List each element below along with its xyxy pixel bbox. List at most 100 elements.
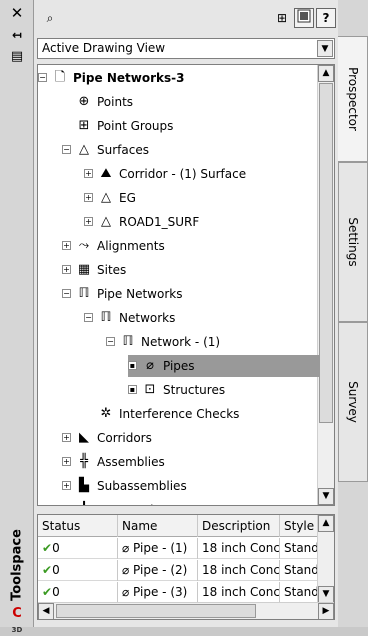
tree-scrollbar[interactable]: ▲ ▼	[317, 65, 334, 505]
column-status[interactable]: Status	[38, 515, 118, 537]
tree-item[interactable]: + ⤳ Alignments	[62, 235, 302, 257]
tree-item-label: Networks	[119, 311, 176, 325]
pipe-icon: ⌀	[122, 563, 134, 577]
item-grid: Status Name Description Style ✔0 ⌀ Pipe -…	[37, 514, 335, 620]
tree-item[interactable]: ▪ ⌀ Pipes	[128, 355, 319, 377]
tree-item-label: Network - (1)	[141, 335, 221, 349]
tree-item-label: Surfaces	[97, 143, 149, 157]
tree-item-label: Structures	[163, 383, 226, 397]
expand-icon[interactable]: +	[62, 433, 71, 442]
tree-item[interactable]: − △ Surfaces	[62, 139, 302, 161]
surface-icon: △	[101, 214, 111, 229]
item-view-toggle-icon[interactable]	[294, 8, 314, 28]
scroll-down-icon[interactable]: ▼	[318, 488, 334, 505]
tree-item-label: Pipe Networks	[97, 287, 183, 301]
check-icon: ✔	[42, 563, 53, 577]
tree-item[interactable]: + ▦ Sites	[62, 259, 302, 281]
tree-item[interactable]: ⊞ Point Groups	[62, 115, 302, 137]
tree-item[interactable]: + ▙ Subassemblies	[62, 475, 302, 497]
chevron-down-icon[interactable]: ▼	[317, 40, 333, 57]
tree-item[interactable]: + ⛰ Corridor - (1) Surface	[84, 163, 324, 185]
toolbar: ⌕ ⊞ ?	[34, 0, 338, 36]
collapse-icon[interactable]: −	[62, 289, 71, 298]
point-groups-icon: ⊞	[78, 118, 90, 133]
tree-item-label: Corridors	[97, 431, 152, 445]
hscroll-thumb[interactable]	[56, 604, 256, 618]
expand-icon[interactable]: +	[84, 193, 93, 202]
auto-hide-icon[interactable]: ↤	[7, 26, 27, 44]
civil3d-logo: C 3D	[11, 606, 23, 634]
check-icon: ✔	[42, 585, 53, 599]
column-description[interactable]: Description	[198, 515, 280, 537]
collapse-icon[interactable]: −	[62, 145, 71, 154]
grid-hscrollbar[interactable]: ◀ ▶	[38, 602, 334, 619]
toolspace-title: Toolspace	[9, 529, 25, 601]
expand-icon[interactable]: +	[84, 217, 93, 226]
grid-name-cell: ⌀ Pipe - (3)	[118, 582, 198, 603]
scroll-up-icon[interactable]: ▲	[318, 65, 334, 82]
tree-item-label: Corridor - (1) Surface	[119, 167, 247, 181]
table-row[interactable]: ✔0⌀ Pipe - (1)18 inch ConcStandar	[38, 538, 334, 559]
leaf-icon[interactable]: ▪	[128, 361, 137, 370]
expand-icon[interactable]: +	[84, 169, 93, 178]
properties-icon[interactable]: ▤	[7, 48, 27, 66]
table-row[interactable]: ✔0⌀ Pipe - (2)18 inch ConcStandar	[38, 560, 334, 581]
tab-settings[interactable]: Settings	[338, 162, 368, 322]
collapse-icon[interactable]: −	[106, 337, 115, 346]
help-button[interactable]: ?	[316, 8, 336, 28]
scroll-thumb[interactable]	[319, 83, 333, 423]
intersections-icon: ╋	[76, 502, 92, 505]
tree-item[interactable]: + ◣ Corridors	[62, 427, 302, 449]
tab-survey[interactable]: Survey	[338, 322, 368, 482]
column-style[interactable]: Style	[280, 515, 320, 537]
tree-item[interactable]: − 🗋 Pipe Networks-3	[38, 67, 278, 89]
sites-icon: ▦	[77, 262, 91, 277]
grid-header: Status Name Description Style	[38, 515, 334, 537]
name-value: Pipe - (1)	[133, 541, 188, 555]
tree-item[interactable]: + △ EG	[84, 187, 324, 209]
expand-icon[interactable]: +	[62, 265, 71, 274]
grid-style-cell: Standar	[280, 560, 320, 581]
pipe-icon: ⌀	[122, 541, 134, 555]
pipe-networks-icon: ℿ	[78, 286, 90, 301]
tab-prospector[interactable]: Prospector	[338, 36, 368, 162]
tree-item-label: Point Groups	[97, 119, 174, 133]
scroll-left-icon[interactable]: ◀	[38, 603, 54, 619]
scroll-right-icon[interactable]: ▶	[318, 603, 334, 619]
tree-item[interactable]: − ℿ Network - (1)	[106, 331, 334, 353]
tree-item[interactable]: ✲ Interference Checks	[84, 403, 324, 425]
tree-item-label: ROAD1_SURF	[119, 215, 200, 229]
item-view-icon[interactable]: ⌕	[40, 8, 60, 28]
view-select-value: Active Drawing View	[42, 41, 166, 55]
tree-item[interactable]: + △ ROAD1_SURF	[84, 211, 324, 233]
tree-item[interactable]: − ℿ Networks	[84, 307, 324, 329]
close-icon[interactable]: ✕	[7, 4, 27, 22]
tree-item[interactable]: ▪ ⊡ Structures	[128, 379, 334, 401]
prospector-tree: ▲ ▼ − 🗋 Pipe Networks-3 ⊕ Points ⊞ Point Group…	[37, 64, 335, 506]
grid-description-cell: 18 inch Conc	[198, 538, 280, 559]
column-name[interactable]: Name	[118, 515, 198, 537]
expand-icon[interactable]: +	[62, 481, 71, 490]
expand-icon[interactable]: +	[62, 241, 71, 250]
grid-status-cell: ✔0	[38, 582, 118, 603]
collapse-icon[interactable]: −	[84, 313, 93, 322]
grid-style-cell: Standar	[280, 582, 320, 603]
extra-icon[interactable]: ⊞	[272, 8, 292, 28]
grid-scrollbar[interactable]: ▲ ▼	[317, 515, 334, 603]
view-select[interactable]: Active Drawing View ▼	[37, 38, 335, 59]
assemblies-icon: ╬	[80, 454, 88, 469]
scroll-up-icon[interactable]: ▲	[318, 515, 334, 532]
tree-item[interactable]: ╋ Intersections	[62, 499, 302, 505]
expand-icon[interactable]: +	[62, 457, 71, 466]
tree-item[interactable]: + ╬ Assemblies	[62, 451, 302, 473]
table-row[interactable]: ✔0⌀ Pipe - (3)18 inch ConcStandar	[38, 582, 334, 603]
tree-item[interactable]: ⊕ Points	[62, 91, 302, 113]
surface-icon: △	[101, 190, 111, 205]
name-value: Pipe - (3)	[133, 585, 188, 599]
collapse-icon[interactable]: −	[38, 73, 47, 82]
tree-item[interactable]: − ℿ Pipe Networks	[62, 283, 302, 305]
leaf-icon[interactable]: ▪	[128, 385, 137, 394]
scroll-down-icon[interactable]: ▼	[318, 586, 334, 603]
surfaces-icon: △	[79, 142, 89, 157]
status-value: 0	[52, 585, 60, 599]
